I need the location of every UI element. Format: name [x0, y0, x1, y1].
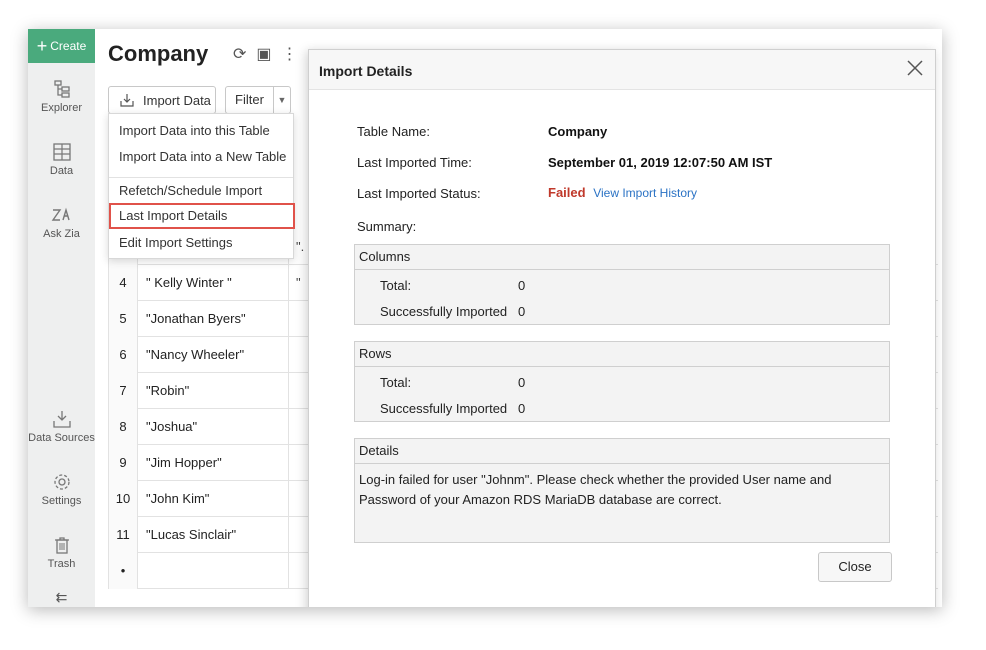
rows-total-label: Total: [380, 375, 412, 390]
last-imported-status-value: Failed View Import History [548, 185, 697, 200]
filter-label: Filter [226, 87, 274, 113]
row-number: 5 [108, 301, 138, 337]
column-divider [288, 481, 289, 517]
row-number: 10 [108, 481, 138, 517]
row-name: "Lucas Sinclair" [146, 527, 237, 542]
explorer-icon [53, 80, 70, 98]
last-imported-status-label: Last Imported Status: [357, 186, 481, 201]
import-menu: Import Data into this Table Import Data … [108, 113, 295, 259]
column-divider [288, 409, 289, 445]
rows-success-label: Successfully Imported [380, 401, 508, 416]
sidebar-label: Trash [47, 558, 76, 570]
menu-item-edit-import-settings[interactable]: Edit Import Settings [109, 230, 293, 256]
sidebar-item-explorer[interactable]: Explorer [28, 79, 95, 114]
columns-total-label: Total: [380, 278, 412, 293]
column-divider [288, 301, 289, 337]
row-name: " Kelly Winter " [146, 275, 232, 290]
table-name-value: Company [548, 124, 608, 139]
close-icon[interactable] [905, 58, 925, 78]
sidebar-label: Data Sources [28, 432, 95, 444]
menu-item-import-new-table[interactable]: Import Data into a New Table [109, 144, 293, 170]
row-number: 4 [108, 265, 138, 301]
last-imported-time-label: Last Imported Time: [357, 155, 472, 170]
row-number: 8 [108, 409, 138, 445]
filter-button[interactable]: Filter ▼ [225, 86, 291, 114]
more-vertical-icon[interactable]: ⋮ [282, 44, 298, 64]
close-button[interactable]: Close [818, 552, 892, 582]
menu-item-import-this-table[interactable]: Import Data into this Table [109, 118, 293, 144]
import-icon [120, 94, 134, 107]
data-sources-icon [52, 411, 71, 428]
view-import-history-link[interactable]: View Import History [593, 186, 697, 200]
row-name: "John Kim" [146, 491, 210, 506]
header-actions: ⟳ ▣ ⋮ [233, 44, 298, 64]
table-name-label: Table Name: [357, 124, 430, 139]
columns-success-value: 0 [518, 304, 526, 319]
gear-icon [53, 474, 70, 490]
sidebar-item-data-sources[interactable]: Data Sources [28, 409, 95, 444]
sidebar-item-data[interactable]: Data [28, 142, 95, 177]
sidebar-label: Data [49, 165, 74, 177]
rows-success-value: 0 [518, 401, 526, 416]
row-value: ". [296, 239, 305, 254]
data-icon [52, 143, 71, 161]
menu-item-last-import-details[interactable]: Last Import Details [109, 203, 295, 229]
column-divider [288, 373, 289, 409]
columns-total-value: 0 [518, 278, 526, 293]
last-imported-time-value: September 01, 2019 12:07:50 AM IST [548, 155, 773, 170]
sidebar: + Create Explorer Data Ask Zia Data Sour… [28, 29, 95, 607]
row-number: 9 [108, 445, 138, 481]
page-title: Company [108, 41, 209, 66]
row-name: "Robin" [146, 383, 190, 398]
create-button[interactable]: + Create [28, 29, 95, 63]
row-number: 6 [108, 337, 138, 373]
plus-icon: + [36, 36, 48, 56]
columns-panel: Columns Total: 0 Successfully Imported 0 [354, 244, 890, 325]
import-data-label: Import Data [143, 92, 211, 108]
summary-label: Summary: [357, 219, 417, 234]
app-window: + Create Explorer Data Ask Zia Data Sour… [28, 29, 942, 607]
details-panel-title: Details [355, 439, 889, 464]
row-number: • [108, 553, 138, 589]
sidebar-label: Explorer [41, 102, 82, 114]
dialog-header: Import Details [309, 50, 935, 90]
rows-panel-title: Rows [355, 342, 889, 367]
import-data-button[interactable]: Import Data [108, 86, 216, 114]
collapse-sidebar-icon[interactable]: ⇇ [28, 589, 95, 606]
sidebar-item-trash[interactable]: Trash [28, 535, 95, 570]
column-divider [288, 553, 289, 589]
refresh-icon[interactable]: ⟳ [233, 44, 246, 64]
sidebar-label: Settings [41, 495, 82, 507]
save-icon[interactable]: ▣ [256, 44, 271, 64]
columns-success-label: Successfully Imported [380, 304, 508, 319]
sidebar-item-settings[interactable]: Settings [28, 472, 95, 507]
columns-panel-title: Columns [355, 245, 889, 270]
sidebar-item-ask-zia[interactable]: Ask Zia [28, 205, 95, 240]
row-value: " [296, 275, 301, 290]
details-panel: Details Log-in failed for user "Johnm". … [354, 438, 890, 543]
import-details-dialog: Import Details Table Name: Company Last … [308, 49, 936, 607]
column-divider [288, 265, 289, 301]
chevron-down-icon[interactable]: ▼ [274, 95, 290, 105]
row-name: "Nancy Wheeler" [146, 347, 245, 362]
details-message: Log-in failed for user "Johnm". Please c… [359, 472, 832, 507]
row-name: "Jim Hopper" [146, 455, 222, 470]
column-divider [288, 517, 289, 553]
column-divider [288, 337, 289, 373]
create-label: Create [50, 39, 87, 53]
menu-item-refetch-schedule[interactable]: Refetch/Schedule Import [109, 178, 293, 204]
trash-icon [54, 537, 69, 554]
ask-zia-icon [51, 207, 70, 221]
status-failed-text: Failed [548, 185, 586, 200]
rows-panel: Rows Total: 0 Successfully Imported 0 [354, 341, 890, 422]
sidebar-label: Ask Zia [43, 228, 80, 240]
row-number: 11 [108, 517, 138, 553]
dialog-title: Import Details [319, 63, 413, 79]
column-divider [288, 445, 289, 481]
row-name: "Jonathan Byers" [146, 311, 246, 326]
row-number: 7 [108, 373, 138, 409]
rows-total-value: 0 [518, 375, 526, 390]
row-name: "Joshua" [146, 419, 198, 434]
